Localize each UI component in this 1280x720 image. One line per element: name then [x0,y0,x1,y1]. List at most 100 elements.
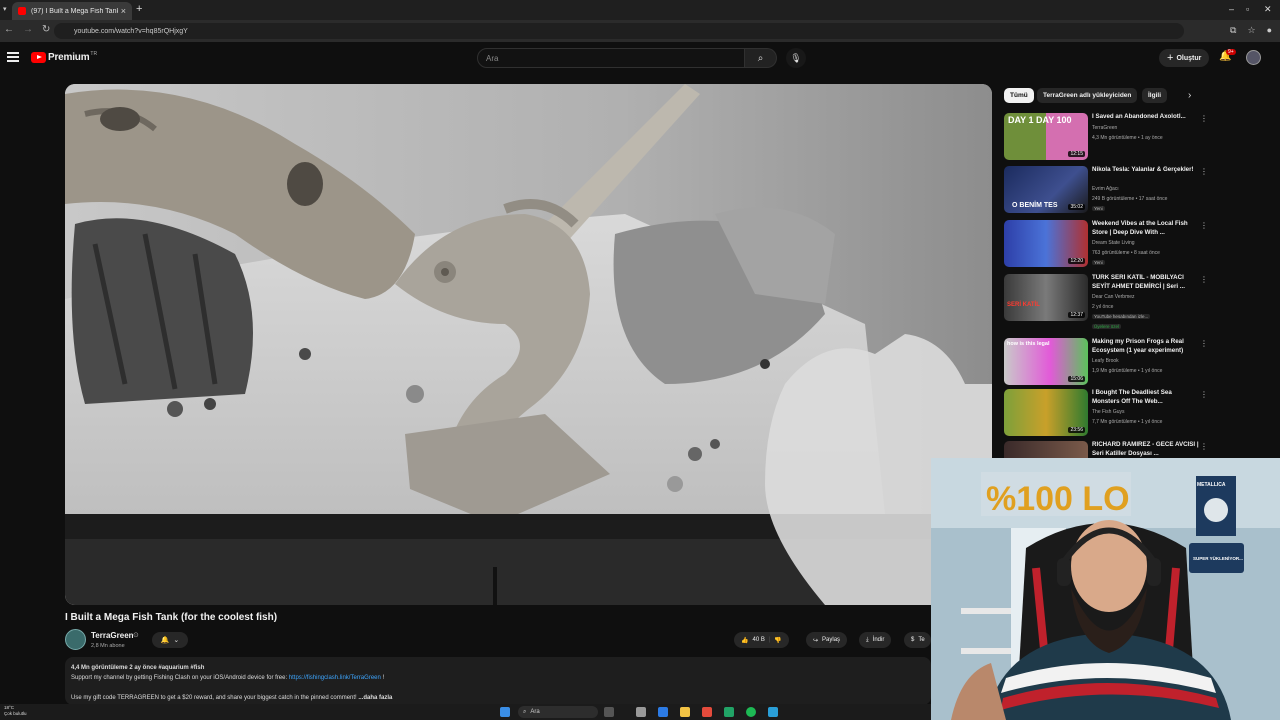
recommendation-item[interactable]: DAY 1 DAY 100 12:15 I Saved an Abandoned… [1003,113,1208,163]
video-thumbnail[interactable]: SERİ KATİL 12:37 [1004,274,1088,321]
show-more-link[interactable]: ...daha fazla [358,695,392,701]
chip-from-channel[interactable]: TerraGreen adlı yükleyiciden [1037,88,1138,103]
chrome-icon[interactable] [702,707,712,717]
video-thumbnail[interactable]: 23:56 [1004,389,1088,436]
recommendation-item[interactable]: O BENİM TES 35:02 Nikola Tesla: Yalanlar… [1003,166,1208,216]
video-title: I Built a Mega Fish Tank (for the cooles… [65,612,278,623]
more-options-icon[interactable]: ⋮ [1200,339,1208,348]
video-title[interactable]: Making my Prison Frogs a Real Ecosystem … [1092,338,1200,355]
weather-condition: Çok bulutlu [4,711,27,716]
task-view-icon[interactable] [604,707,614,717]
folder-icon[interactable] [680,707,690,717]
recommendation-item[interactable]: SERİ KATİL 12:37 TÜRK SERİ KATİL - MOBİL… [1003,274,1208,329]
channel-name[interactable]: Dream State Living [1092,240,1135,246]
telegram-icon[interactable] [768,707,778,717]
browser-tab-bar: ▾ (97) I Built a Mega Fish Tank (f... × … [0,0,1280,20]
menu-icon[interactable] [7,52,19,62]
video-thumbnail[interactable]: 12:20 [1004,220,1088,267]
file-explorer-icon[interactable] [636,707,646,717]
maximize-icon[interactable]: ▫ [1246,4,1249,14]
chip-all[interactable]: Tümü [1004,88,1034,103]
more-options-icon[interactable]: ⋮ [1200,390,1208,399]
excel-icon[interactable] [724,707,734,717]
recommendation-item[interactable]: RICHARD RAMIREZ - GECE AVCISI | Seri Kat… [1003,441,1208,458]
poster-text: METALLICA [1197,482,1226,488]
search-input[interactable]: Ara [477,48,745,68]
video-meta: 2 yıl önce [1092,304,1114,310]
more-options-icon[interactable]: ⋮ [1200,275,1208,284]
recommendation-item[interactable]: how is this legal 15:06 Making my Prison… [1003,338,1208,388]
channel-name[interactable]: TerraGreen [91,631,134,640]
tab-close-icon[interactable]: × [121,6,126,16]
video-thumbnail[interactable]: how is this legal 15:06 [1004,338,1088,385]
url-field[interactable]: youtube.com/watch?v=hq85rQHjxgY [54,23,1184,39]
like-divider: | [768,637,771,643]
description-link[interactable]: https://fishingclash.link/TerraGreen [289,675,381,681]
download-icon: ⤓ [866,636,869,643]
subscribed-bell-button[interactable]: 🔔 ⌄ [152,632,188,648]
verified-badge-icon: ⊙ [133,632,139,639]
video-title[interactable]: RICHARD RAMIREZ - GECE AVCISI | Seri Kat… [1092,441,1200,458]
start-menu-icon[interactable] [500,707,510,717]
search-placeholder: Ara [486,53,499,63]
video-player[interactable] [65,84,992,605]
like-button[interactable]: 👍 40 B | 👎 [734,632,789,648]
thumbnail-text: how is this legal [1007,341,1050,347]
video-description[interactable]: 4,4 Mn görüntüleme 2 ay önce #aquarium #… [65,657,931,705]
more-options-icon[interactable]: ⋮ [1200,114,1208,123]
channel-name[interactable]: Evrim Ağacı [1092,186,1119,192]
channel-avatar[interactable] [65,629,86,650]
channel-name[interactable]: Dear Can Verbmez [1092,294,1135,300]
edge-browser-icon[interactable] [658,707,668,717]
more-options-icon[interactable]: ⋮ [1200,442,1208,451]
thumbs-down-icon[interactable]: 👎 [774,637,781,644]
recommendation-item[interactable]: 12:20 Weekend Vibes at the Local Fish St… [1003,220,1208,270]
minimize-icon[interactable]: – [1229,4,1234,14]
video-duration: 12:37 [1068,312,1085,318]
video-thumbnail[interactable]: O BENİM TES 35:02 [1004,166,1088,213]
chip-related[interactable]: İlgili [1142,88,1167,103]
browser-tab[interactable]: (97) I Built a Mega Fish Tank (f... × [12,2,132,20]
youtube-logo[interactable]: Premium TR [31,51,98,63]
channel-name[interactable]: TerraGreen [1092,125,1117,131]
tab-list-icon[interactable]: ▾ [3,5,7,13]
channel-name[interactable]: The Fish Guys [1092,409,1125,415]
download-label: İndir [872,637,885,643]
video-meta: 7,7 Mn görüntüleme • 1 yıl önce [1092,419,1163,425]
close-window-icon[interactable]: ✕ [1264,4,1272,15]
account-avatar[interactable] [1246,50,1261,65]
video-title[interactable]: Nikola Tesla: Yalanlar & Gerçekler! [1092,166,1200,175]
video-meta: 1,9 Mn görüntüleme • 1 yıl önce [1092,368,1163,374]
country-code: TR [90,51,98,57]
description-text-1: Support my channel by getting Fishing Cl… [71,675,289,681]
profile-icon[interactable]: ● [1267,25,1272,36]
video-title[interactable]: Weekend Vibes at the Local Fish Store | … [1092,220,1200,237]
create-button[interactable]: + Oluştur [1159,49,1210,67]
cast-icon[interactable]: ⧉ [1230,25,1236,36]
recommendation-item[interactable]: 23:56 I Bought The Deadliest Sea Monster… [1003,389,1208,439]
spotify-icon[interactable] [746,707,756,717]
share-button[interactable]: ↪ Paylaş [806,632,848,648]
reload-icon[interactable]: ↻ [42,24,50,35]
more-options-icon[interactable]: ⋮ [1200,221,1208,230]
video-title[interactable]: I Saved an Abandoned Axolotl... [1092,113,1200,122]
forward-icon[interactable]: → [23,24,33,35]
video-title[interactable]: I Bought The Deadliest Sea Monsters Off … [1092,389,1200,406]
back-icon[interactable]: ← [4,24,14,35]
chevron-right-icon[interactable]: › [1188,90,1191,101]
more-options-icon[interactable]: ⋮ [1200,167,1208,176]
new-tab-icon[interactable]: + [136,3,142,15]
download-button[interactable]: ⤓ İndir [859,632,892,648]
channel-name[interactable]: Leafy Brook [1092,358,1119,364]
notification-badge: 9+ [1226,49,1236,55]
taskbar-search[interactable]: ⌕ Ara [518,706,598,718]
video-thumbnail[interactable]: DAY 1 DAY 100 12:15 [1004,113,1088,160]
bookmark-star-icon[interactable]: ☆ [1247,25,1255,36]
voice-search-button[interactable]: 🎙 [786,48,806,68]
video-thumbnail[interactable] [1004,441,1088,458]
weather-widget[interactable]: 18°C Çok bulutlu [4,705,27,717]
video-title[interactable]: TÜRK SERİ KATİL - MOBİLYACI SEYİT AHMET … [1092,274,1200,291]
thanks-button[interactable]: $ Te [904,632,931,648]
search-button[interactable]: ⌕ [745,48,777,68]
video-duration: 23:56 [1068,427,1085,433]
